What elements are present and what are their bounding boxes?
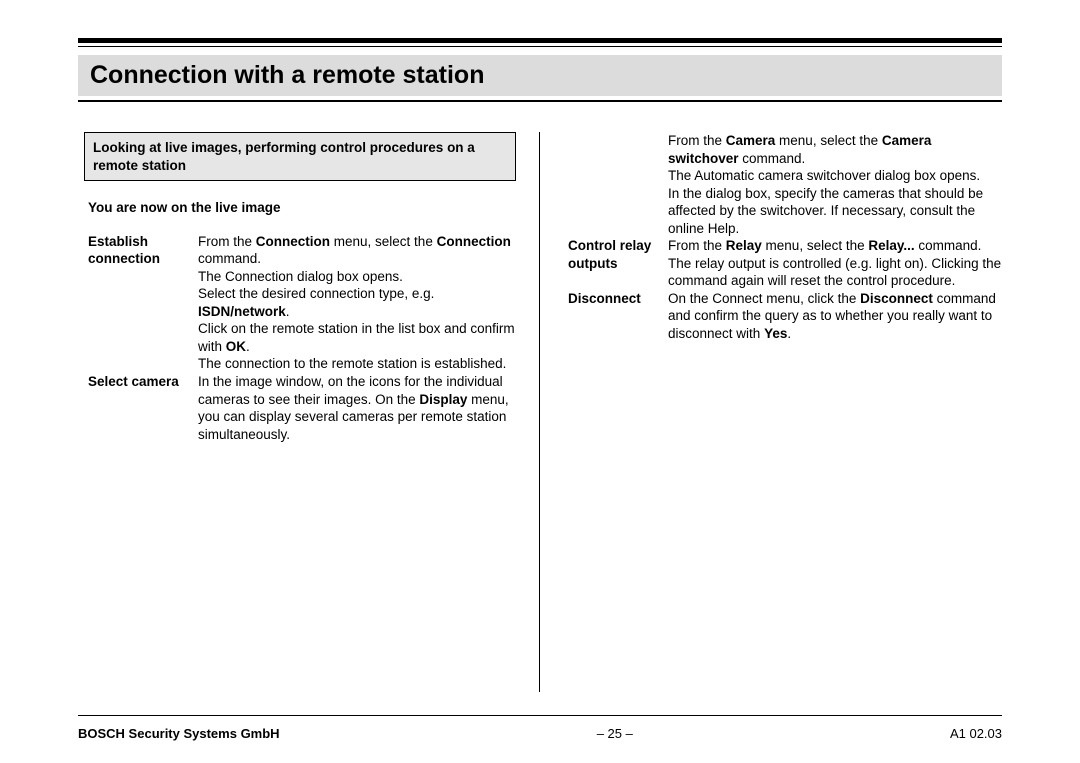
footer-rule — [78, 715, 1002, 716]
entry-select-camera: Select camera In the image window, on th… — [88, 373, 522, 443]
description: From the Connection menu, select the Con… — [198, 233, 522, 373]
subheading: You are now on the live image — [88, 199, 522, 217]
title-under-rule — [78, 100, 1002, 102]
footer-right: A1 02.03 — [950, 726, 1002, 741]
term: Disconnect — [568, 290, 668, 343]
footer-left: BOSCH Security Systems GmbH — [78, 726, 280, 741]
entry-control-relay: Control relay outputs From the Relay men… — [568, 237, 1002, 290]
entry-camera-switchover: From the Camera menu, select the Camera … — [568, 132, 1002, 237]
term: Control relay outputs — [568, 237, 668, 290]
term: Establish connection — [88, 233, 198, 373]
footer: BOSCH Security Systems GmbH – 25 – A1 02… — [78, 715, 1002, 741]
page-title: Connection with a remote station — [78, 55, 1002, 96]
page: Connection with a remote station Looking… — [0, 0, 1080, 763]
entry-disconnect: Disconnect On the Connect menu, click th… — [568, 290, 1002, 343]
footer-row: BOSCH Security Systems GmbH – 25 – A1 02… — [78, 726, 1002, 741]
description: In the image window, on the icons for th… — [198, 373, 522, 443]
term-spacer — [568, 132, 668, 237]
content: Looking at live images, performing contr… — [78, 132, 1002, 692]
description: From the Camera menu, select the Camera … — [668, 132, 1002, 237]
entry-establish-connection: Establish connection From the Connection… — [88, 233, 522, 373]
description: From the Relay menu, select the Relay...… — [668, 237, 1002, 290]
callout-box: Looking at live images, performing contr… — [84, 132, 516, 181]
description: On the Connect menu, click the Disconnec… — [668, 290, 1002, 343]
term: Select camera — [88, 373, 198, 443]
right-column: From the Camera menu, select the Camera … — [539, 132, 1002, 692]
footer-page-number: – 25 – — [597, 726, 633, 741]
left-column: Looking at live images, performing contr… — [78, 132, 540, 692]
top-rule — [78, 38, 1002, 47]
